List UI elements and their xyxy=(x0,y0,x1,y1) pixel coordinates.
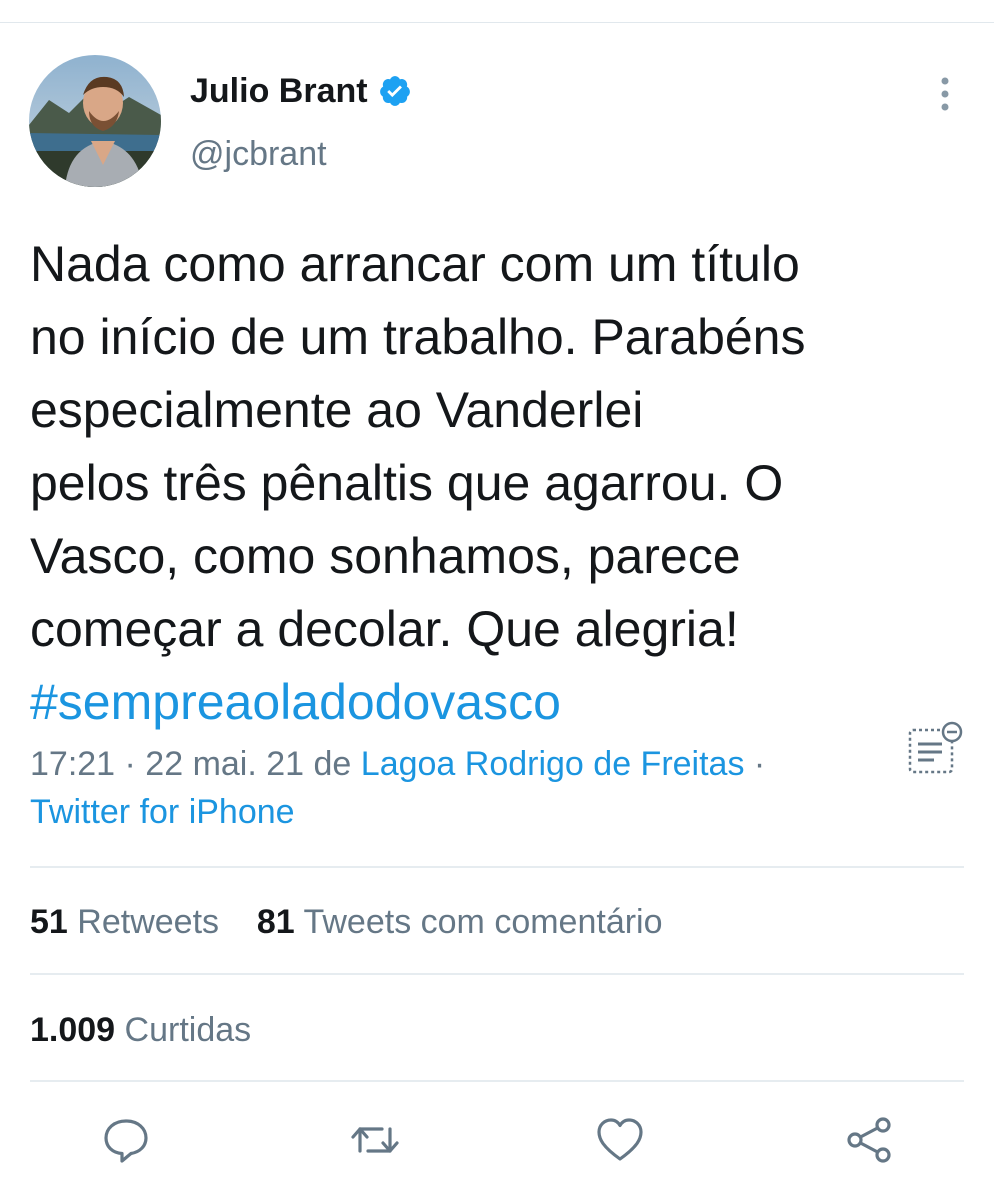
likes-label: Curtidas xyxy=(124,1011,252,1049)
share-button[interactable] xyxy=(845,1115,895,1165)
divider xyxy=(30,1080,964,1082)
meta-separator: · xyxy=(744,745,766,783)
tweet-line: Vasco, como sonhamos, parece xyxy=(30,528,741,584)
like-icon xyxy=(597,1118,643,1161)
author-name[interactable]: Julio Brant xyxy=(190,71,368,111)
profile-photo-icon xyxy=(29,55,161,187)
source-link[interactable]: Twitter for iPhone xyxy=(30,788,890,836)
tweet-analytics-icon[interactable] xyxy=(906,720,964,778)
tweet-line: começar a decolar. Que alegria! xyxy=(30,601,739,657)
tweet-line: Nada como arrancar com um título xyxy=(30,236,800,292)
share-icon xyxy=(847,1117,891,1163)
tweet-line: no início de um trabalho. Parabéns xyxy=(30,309,806,365)
verified-badge-icon xyxy=(378,74,412,108)
retweets-label: Retweets xyxy=(77,903,220,941)
timestamp[interactable]: 17:21 · 22 mai. 21 de xyxy=(30,745,361,783)
author-handle[interactable]: @jcbrant xyxy=(190,134,327,174)
retweet-stats: 51 Retweets 81 Tweets com comentário xyxy=(30,902,663,942)
quote-count: 81 xyxy=(256,903,295,941)
reply-button[interactable] xyxy=(101,1115,151,1165)
divider xyxy=(30,866,964,868)
avatar[interactable] xyxy=(29,55,161,187)
author-name-row[interactable]: Julio Brant xyxy=(190,71,412,111)
retweets-count: 51 xyxy=(30,903,68,941)
likes-stats[interactable]: 1.009 Curtidas xyxy=(30,1010,251,1050)
tweet-line: especialmente ao Vanderlei xyxy=(30,382,644,438)
quote-tweets-link[interactable]: 81 Tweets com comentário xyxy=(257,903,663,941)
like-button[interactable] xyxy=(595,1115,645,1165)
retweets-link[interactable]: 51 Retweets xyxy=(30,903,219,941)
tweet-meta: 17:21 · 22 mai. 21 de Lagoa Rodrigo de F… xyxy=(30,740,890,836)
tweet-line: pelos três pênaltis que agarrou. O xyxy=(30,455,784,511)
reply-icon xyxy=(104,1119,148,1163)
tweet-text: Nada como arrancar com um título no iníc… xyxy=(30,228,960,739)
top-divider xyxy=(0,22,994,23)
location-link[interactable]: Lagoa Rodrigo de Freitas xyxy=(361,745,745,783)
retweet-button[interactable] xyxy=(350,1115,400,1165)
more-options-icon[interactable] xyxy=(930,74,960,114)
divider xyxy=(30,973,964,975)
hashtag-link[interactable]: #sempreaoladodovasco xyxy=(30,666,960,739)
retweet-icon xyxy=(351,1127,399,1153)
likes-count: 1.009 xyxy=(30,1011,116,1049)
quote-label: Tweets com comentário xyxy=(303,903,663,941)
